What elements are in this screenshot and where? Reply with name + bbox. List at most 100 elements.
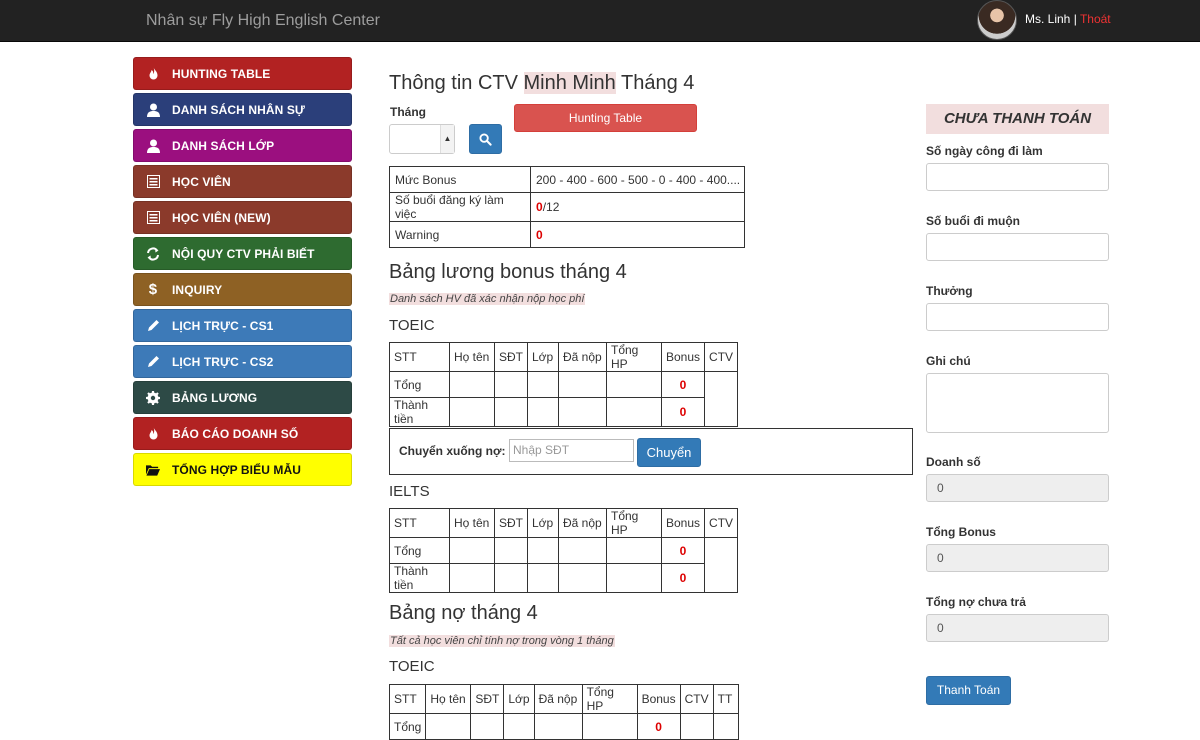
title-suffix: Tháng 4 bbox=[615, 72, 695, 94]
sidebar-item-danh-s-ch-l-p[interactable]: DANH SÁCH LỚP bbox=[133, 129, 352, 162]
gear-icon bbox=[146, 390, 160, 405]
sidebar: HUNTING TABLE DANH SÁCH NHÂN SỰ DANH SÁCH … bbox=[133, 57, 352, 489]
title-prefix: Thông tin CTV bbox=[389, 72, 524, 94]
table-cell bbox=[527, 563, 559, 593]
bonus-level-label: Mức Bonus bbox=[389, 166, 531, 193]
transfer-button[interactable]: Chuyển bbox=[637, 438, 701, 467]
sidebar-item-label: DANH SÁCH NHÂN SỰ bbox=[172, 102, 305, 117]
table-cell bbox=[527, 537, 559, 564]
workdays-label: Số ngày công đi làm bbox=[926, 144, 1043, 158]
row-label: Thành tiền bbox=[389, 563, 450, 593]
fire-icon bbox=[146, 66, 160, 81]
sidebar-item-label: NỘI QUY CTV PHẢI BIẾT bbox=[172, 246, 315, 261]
bonus-value: 0 bbox=[679, 377, 687, 392]
debt-section-title: Bảng nợ tháng 4 bbox=[389, 602, 538, 624]
sidebar-item-danh-s-ch-nh-n-s-[interactable]: DANH SÁCH NHÂN SỰ bbox=[133, 93, 352, 126]
table-header-row: STT Họ tên SĐT Lớp Đã nộp Tổng HP Bonus CTV bbox=[389, 508, 739, 538]
page-title: Thông tin CTV Minh Minh Tháng 4 bbox=[389, 72, 694, 95]
avatar bbox=[977, 0, 1017, 40]
column-header: Đã nộp bbox=[558, 342, 607, 372]
payment-status-badge: CHƯA THANH TOÁN bbox=[926, 104, 1109, 134]
reward-input[interactable] bbox=[926, 303, 1109, 331]
sidebar-item-label: HỌC VIÊN (NEW) bbox=[172, 210, 271, 225]
reward-label: Thưởng bbox=[926, 284, 973, 298]
hunting-table-button[interactable]: Hunting Table bbox=[514, 104, 697, 132]
bonus-cell: 0 bbox=[660, 537, 706, 564]
user-name: Ms. Linh bbox=[1025, 12, 1071, 26]
table-cell bbox=[449, 397, 495, 427]
column-header: CTV bbox=[704, 508, 739, 538]
bonus-value: 0 bbox=[679, 405, 687, 419]
search-button[interactable] bbox=[469, 124, 502, 154]
sidebar-item-inquiry[interactable]: $ INQUIRY bbox=[133, 273, 352, 306]
column-header: SĐT bbox=[494, 508, 528, 538]
column-header: Lớp bbox=[503, 684, 535, 714]
pencil-icon bbox=[146, 319, 160, 333]
brand-title[interactable]: Nhân sự Fly High English Center bbox=[146, 12, 380, 30]
sidebar-item-label: HỌC VIÊN bbox=[172, 174, 231, 189]
column-header: Tổng HP bbox=[606, 342, 662, 372]
refresh-icon bbox=[146, 246, 160, 261]
list-icon bbox=[146, 175, 160, 189]
table-cell bbox=[712, 713, 739, 740]
table-row: Tổng 0 bbox=[388, 713, 739, 740]
ielts-bonus-table: STT Họ tên SĐT Lớp Đã nộp Tổng HP Bonus CTV Tổng… bbox=[389, 508, 739, 593]
table-cell bbox=[606, 397, 662, 427]
table-cell bbox=[494, 397, 528, 427]
sidebar-item-b-o-c-o-doanh-s-[interactable]: BÁO CÁO DOANH SỐ bbox=[133, 417, 352, 450]
sidebar-item-b-ng-l-ng[interactable]: BẢNG LƯƠNG bbox=[133, 381, 352, 414]
table-cell bbox=[581, 713, 638, 740]
table-cell bbox=[449, 537, 495, 564]
table-cell bbox=[558, 537, 607, 564]
column-header: Tổng HP bbox=[581, 684, 638, 714]
warning-value: 0 bbox=[530, 221, 745, 248]
sidebar-item-hunting-table[interactable]: HUNTING TABLE bbox=[133, 57, 352, 90]
workdays-input[interactable] bbox=[926, 163, 1109, 191]
phone-input[interactable]: Nhập SĐT bbox=[509, 439, 634, 462]
sidebar-item-t-ng-h-p-bi-u-m-u[interactable]: TỔNG HỢP BIỂU MẪU bbox=[133, 453, 352, 486]
table-header-row: STT Họ tên SĐT Lớp Đã nộp Tổng HP Bonus CTV bbox=[389, 342, 739, 372]
month-select[interactable]: ▲ bbox=[389, 124, 455, 154]
unpaid-debt-label: Tổng nợ chưa trả bbox=[926, 595, 1026, 609]
note-textarea[interactable] bbox=[926, 373, 1109, 433]
table-cell bbox=[606, 537, 662, 564]
sidebar-item-n-i-quy-ctv-ph-i-bi-t[interactable]: NỘI QUY CTV PHẢI BIẾT bbox=[133, 237, 352, 270]
column-header: TT bbox=[712, 684, 739, 714]
bonus-total-label: Tổng Bonus bbox=[926, 525, 996, 539]
warning-label: Warning bbox=[389, 221, 531, 248]
sidebar-item-h-c-vi-n[interactable]: HỌC VIÊN bbox=[133, 165, 352, 198]
toeic-bonus-table: STT Họ tên SĐT Lớp Đã nộp Tổng HP Bonus CTV Tổng… bbox=[389, 342, 739, 427]
sidebar-item-label: HUNTING TABLE bbox=[172, 66, 271, 81]
column-header: CTV bbox=[704, 342, 739, 372]
sidebar-item-l-ch-tr-c-cs1[interactable]: LỊCH TRỰC - CS1 bbox=[133, 309, 352, 342]
logout-link[interactable]: Thoát bbox=[1080, 12, 1111, 26]
sidebar-item-label: TỔNG HỢP BIỂU MẪU bbox=[172, 462, 302, 477]
top-navbar: Nhân sự Fly High English Center Ms. Linh… bbox=[0, 0, 1200, 42]
debt-note: Tất cả học viên chỉ tính nợ trong vòng 1… bbox=[389, 635, 615, 647]
table-cell bbox=[558, 563, 607, 593]
table-cell bbox=[494, 537, 528, 564]
late-input[interactable] bbox=[926, 233, 1109, 261]
ctv-cell bbox=[704, 371, 739, 427]
row-label: Tổng bbox=[389, 371, 450, 398]
pay-button[interactable]: Thanh Toán bbox=[926, 676, 1011, 705]
table-row: Warning 0 bbox=[389, 221, 745, 248]
sidebar-item-label: INQUIRY bbox=[172, 282, 223, 297]
sidebar-item-h-c-vi-n-new-[interactable]: HỌC VIÊN (NEW) bbox=[133, 201, 352, 234]
column-header: Bonus bbox=[636, 684, 681, 714]
user-icon bbox=[146, 139, 160, 153]
month-label: Tháng bbox=[390, 105, 426, 119]
row-label: Thành tiền bbox=[389, 397, 450, 427]
column-header: Họ tên bbox=[449, 508, 495, 538]
sidebar-item-l-ch-tr-c-cs2[interactable]: LỊCH TRỰC - CS2 bbox=[133, 345, 352, 378]
toeic-heading: TOEIC bbox=[389, 317, 435, 334]
bonus-section-title: Bảng lương bonus tháng 4 bbox=[389, 261, 627, 283]
user-info: Ms. Linh | Thoát bbox=[1025, 12, 1111, 26]
late-label: Số buổi đi muộn bbox=[926, 214, 1020, 228]
ctv-name: Minh Minh bbox=[523, 72, 616, 94]
column-header: STT bbox=[389, 508, 450, 538]
bonus-total-field: 0 bbox=[926, 544, 1109, 572]
debt-toeic-heading: TOEIC bbox=[389, 658, 435, 675]
transfer-to-debt-form: Chuyển xuống nợ: Nhập SĐT Chuyển bbox=[389, 428, 913, 475]
table-row: Tổng 0 bbox=[389, 537, 739, 593]
